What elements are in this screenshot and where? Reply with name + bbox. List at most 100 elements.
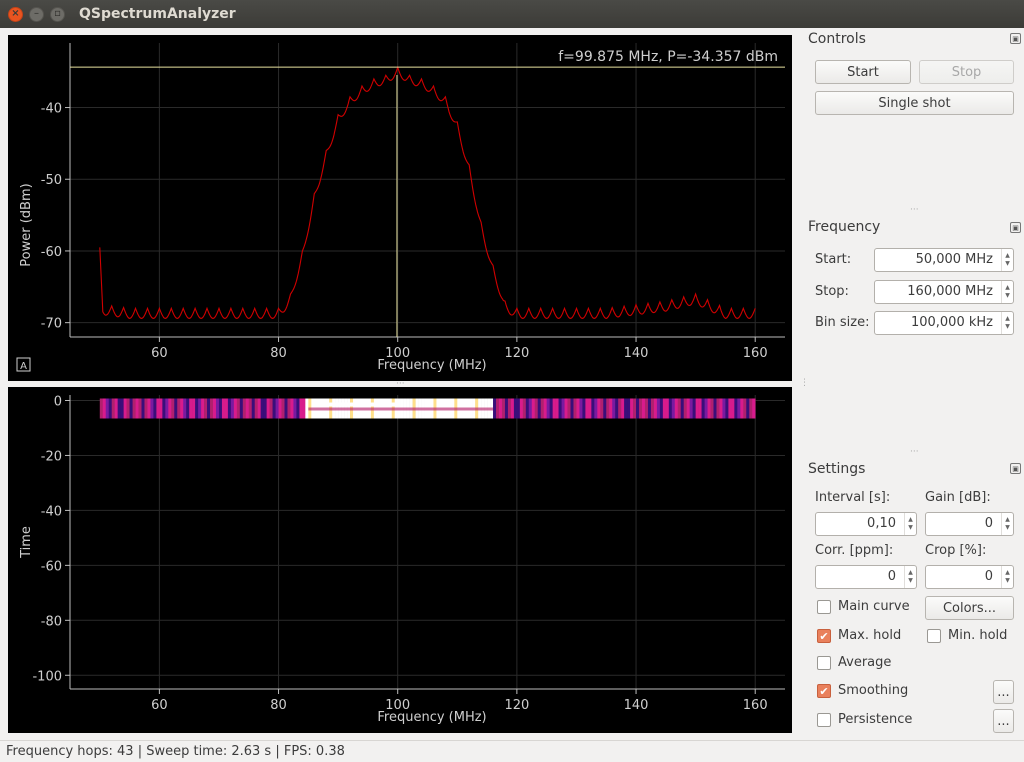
interval-spinbox[interactable]: 0,10 ▲ ▼ (815, 512, 917, 536)
waterfall-cell (230, 398, 235, 419)
maximize-window-button[interactable]: ▫ (50, 6, 65, 22)
smoothing-checkbox[interactable]: ✔ (817, 684, 831, 698)
waterfall-cell (680, 398, 685, 419)
waterfall-cell (662, 398, 667, 419)
waterfall-x-tick-label: 60 (151, 698, 168, 713)
correction-value: 0 (887, 569, 896, 584)
waterfall-y-tick-label: -40 (41, 504, 62, 519)
waterfall-plot[interactable]: 60 80 100 120 140 160 0 -20 -40 -60 -80 -100 Freque… (8, 387, 792, 733)
minimize-window-button[interactable]: – (29, 6, 44, 22)
waterfall-cell (644, 398, 649, 419)
waterfall-grid (70, 395, 785, 689)
waterfall-cell (275, 398, 279, 419)
waterfall-cell (236, 398, 241, 419)
waterfall-cell (731, 398, 735, 419)
average-checkbox[interactable] (817, 656, 831, 670)
waterfall-cell (207, 398, 211, 419)
stop-frequency-label: Stop: (815, 284, 849, 299)
spectrum-x-tick-label: 60 (151, 346, 168, 361)
waterfall-axes: 60 80 100 120 140 1600-20-40-60-80-100 (32, 394, 785, 713)
stop-button[interactable]: Stop (919, 60, 1014, 84)
spin-arrows-icon[interactable]: ▲ ▼ (1001, 312, 1013, 334)
waterfall-cell (630, 398, 634, 419)
waterfall-cell (177, 398, 181, 419)
waterfall-cell (192, 398, 196, 419)
close-window-button[interactable]: × (8, 6, 23, 22)
max-hold-label[interactable]: Max. hold (838, 628, 901, 643)
waterfall-cell (260, 398, 264, 419)
average-label[interactable]: Average (838, 655, 891, 670)
waterfall-cell (501, 398, 506, 419)
spectrum-y-tick-label: -60 (41, 245, 62, 260)
waterfall-cell (153, 398, 157, 419)
main-curve-checkbox[interactable] (817, 600, 831, 614)
spectrum-x-tick-label: 80 (270, 346, 287, 361)
stop-frequency-spinbox[interactable]: 160,000 MHz ▲ ▼ (874, 280, 1014, 304)
main-curve-label[interactable]: Main curve (838, 599, 910, 614)
waterfall-cell (543, 398, 547, 419)
waterfall-cell (269, 398, 273, 419)
spin-arrows-icon[interactable]: ▲ ▼ (1001, 281, 1013, 303)
smoothing-settings-button[interactable]: ... (993, 680, 1014, 704)
min-hold-checkbox[interactable] (927, 629, 941, 643)
colors-button[interactable]: Colors... (925, 596, 1014, 620)
start-frequency-value: 50,000 MHz (915, 252, 993, 267)
waterfall-cell (248, 398, 253, 419)
waterfall-cell (615, 398, 619, 419)
waterfall-cell (618, 398, 622, 419)
waterfall-cell (242, 398, 247, 419)
spin-arrows-icon[interactable]: ▲ ▼ (904, 513, 916, 535)
dock-splitter-handle[interactable]: ⋮ (800, 378, 809, 388)
waterfall-cell (99, 398, 104, 419)
waterfall-cell (728, 398, 732, 419)
waterfall-cell (594, 398, 598, 419)
waterfall-y-tick-label: -20 (41, 449, 62, 464)
waterfall-cell (636, 398, 640, 419)
waterfall-cell (266, 398, 270, 419)
spin-arrows-icon[interactable]: ▲ ▼ (1001, 513, 1013, 535)
controls-float-icon[interactable]: ▣ (1010, 33, 1021, 44)
waterfall-cell (656, 398, 661, 419)
spectrum-y-axis-label: Power (dBm) (19, 183, 34, 266)
waterfall-cell (254, 398, 258, 419)
settings-float-icon[interactable]: ▣ (1010, 463, 1021, 474)
waterfall-cell (111, 398, 115, 419)
spectrum-y-tick-label: -50 (41, 173, 62, 188)
waterfall-y-tick-label: -80 (41, 614, 62, 629)
waterfall-cell (224, 398, 229, 419)
bin-size-spinbox[interactable]: 100,000 kHz ▲ ▼ (874, 311, 1014, 335)
spectrum-plot[interactable]: 60 80 100 120 140 160 -40 -50 -60 -70 f=99.875 MH… (8, 35, 792, 381)
crop-spinbox[interactable]: 0 ▲ ▼ (925, 565, 1014, 589)
waterfall-cell (627, 398, 631, 419)
waterfall-cell (707, 398, 711, 419)
spectrum-axes: 60 80 100 120 140 160-40-50-60-70 (41, 43, 785, 361)
waterfall-cell (701, 398, 705, 419)
max-hold-checkbox[interactable]: ✔ (817, 629, 831, 643)
persistence-settings-button[interactable]: ... (993, 709, 1014, 733)
controls-splitter-handle[interactable]: ··· (910, 205, 919, 215)
spin-arrows-icon[interactable]: ▲ ▼ (1001, 249, 1013, 271)
waterfall-cell (624, 398, 628, 419)
waterfall-cell (567, 398, 571, 419)
waterfall-cell (141, 398, 145, 419)
start-button[interactable]: Start (815, 60, 911, 84)
waterfall-x-tick-label: 140 (624, 698, 649, 713)
persistence-checkbox[interactable] (817, 713, 831, 727)
min-hold-label[interactable]: Min. hold (948, 628, 1007, 643)
frequency-splitter-handle[interactable]: ··· (910, 447, 919, 457)
smoothing-label[interactable]: Smoothing (838, 683, 908, 698)
waterfall-cell (180, 398, 184, 419)
spin-arrows-icon[interactable]: ▲ ▼ (904, 566, 916, 588)
bin-size-label: Bin size: (815, 315, 870, 330)
gain-spinbox[interactable]: 0 ▲ ▼ (925, 512, 1014, 536)
waterfall-x-tick-label: 120 (504, 698, 529, 713)
start-frequency-spinbox[interactable]: 50,000 MHz ▲ ▼ (874, 248, 1014, 272)
spin-arrows-icon[interactable]: ▲ ▼ (1001, 566, 1013, 588)
single-shot-button[interactable]: Single shot (815, 91, 1014, 115)
frequency-float-icon[interactable]: ▣ (1010, 222, 1021, 233)
waterfall-cell (579, 398, 583, 419)
waterfall-cell (299, 398, 303, 419)
persistence-label[interactable]: Persistence (838, 712, 912, 727)
correction-spinbox[interactable]: 0 ▲ ▼ (815, 565, 917, 589)
waterfall-cell (740, 398, 744, 419)
